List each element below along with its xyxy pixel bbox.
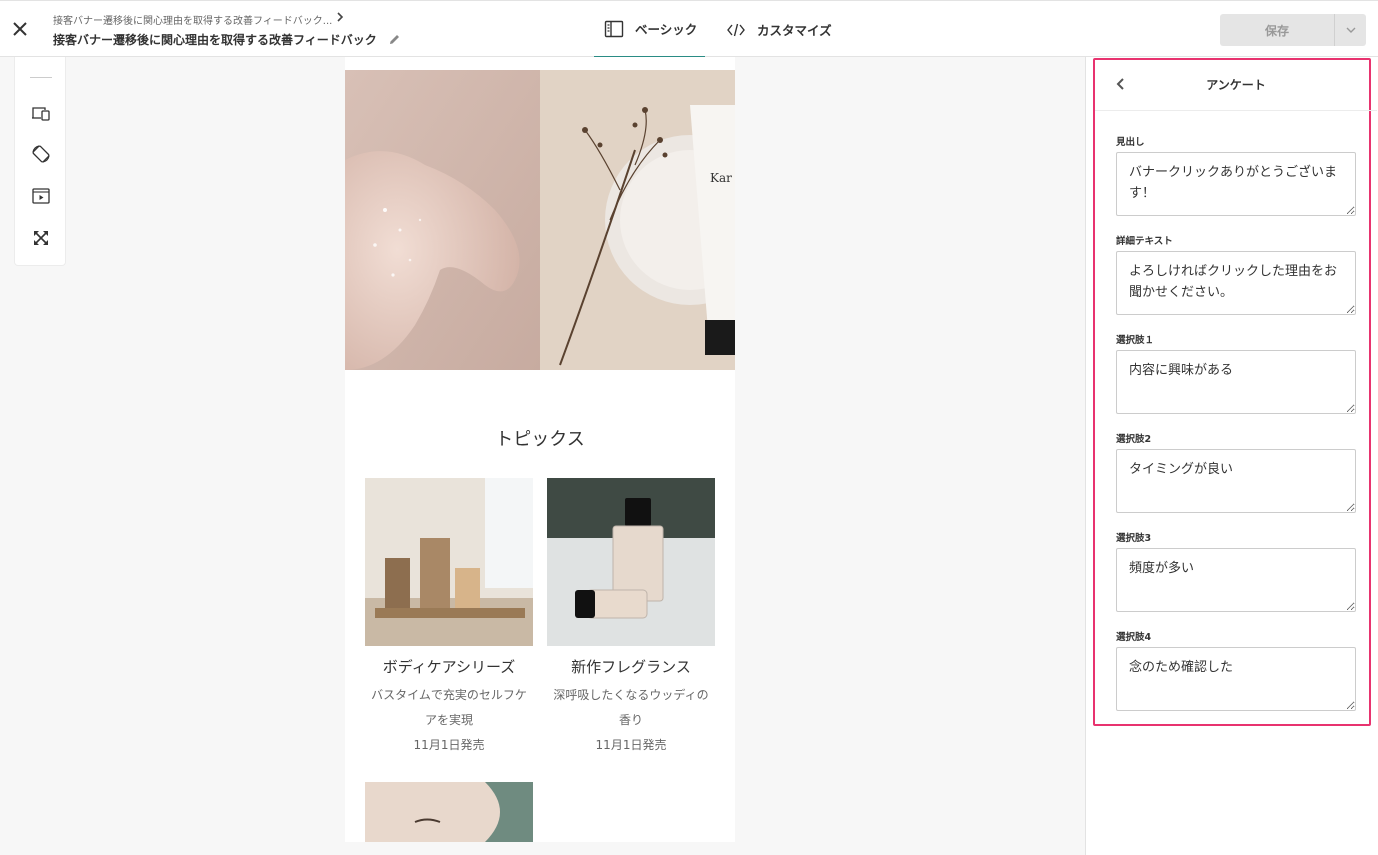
option-1-field[interactable]: 内容に興味がある xyxy=(1116,350,1356,414)
top-header: 接客バナー遷移後に関心理由を取得する改善フィードバック... 接客バナー遷移後に… xyxy=(0,0,1378,58)
field-label: 詳細テキスト xyxy=(1116,236,1173,247)
chevron-down-icon xyxy=(1346,27,1355,33)
layout-columns-icon xyxy=(604,20,624,37)
play-icon[interactable] xyxy=(31,186,51,206)
save-button-group: 保存 xyxy=(1220,14,1366,46)
option-2-field[interactable]: タイミングが良い xyxy=(1116,449,1356,513)
field-label: 選択肢１ xyxy=(1116,335,1155,346)
product-card[interactable]: 新作フレグランス 深呼吸したくなるウッディの香り 11月1日発売 xyxy=(547,478,715,758)
divider xyxy=(1095,110,1377,111)
preview-toolbar xyxy=(14,57,66,266)
field-label: 選択肢4 xyxy=(1116,632,1152,643)
tab-basic[interactable]: ベーシック xyxy=(594,1,705,58)
mobile-preview: Kar トピックス ボディケアシリーズ バスタイムで充実のセルフケアを実現 11… xyxy=(345,57,735,842)
option-4-field[interactable]: 念のため確認した xyxy=(1116,647,1356,711)
option-3-field[interactable]: 頻度が多い xyxy=(1116,548,1356,612)
field-label: 選択肢3 xyxy=(1116,533,1152,544)
fullscreen-icon[interactable] xyxy=(31,228,51,248)
topics-heading: トピックス xyxy=(495,429,585,450)
bath-products-image xyxy=(365,478,533,646)
card-date: 11月1日発売 xyxy=(413,738,485,752)
close-button[interactable] xyxy=(10,19,30,39)
tab-customize-label: カスタマイズ xyxy=(757,23,832,38)
code-icon xyxy=(727,23,745,36)
face-image xyxy=(365,782,533,842)
panel-title: アンケート xyxy=(1206,78,1266,92)
tab-customize[interactable]: カスタマイズ xyxy=(726,1,832,58)
pencil-icon[interactable] xyxy=(388,33,401,46)
save-dropdown-button[interactable] xyxy=(1335,14,1366,46)
close-icon xyxy=(13,22,27,36)
breadcrumb-parent[interactable]: 接客バナー遷移後に関心理由を取得する改善フィードバック... xyxy=(53,12,332,27)
tab-basic-label: ベーシック xyxy=(635,22,698,37)
product-card[interactable]: ボディケアシリーズ バスタイムで充実のセルフケアを実現 11月1日発売 xyxy=(365,478,533,758)
card-description: バスタイムで充実のセルフケアを実現 xyxy=(371,688,527,727)
page-title: 接客バナー遷移後に関心理由を取得する改善フィードバック xyxy=(53,33,377,47)
card-title: ボディケアシリーズ xyxy=(382,658,516,676)
field-label: 選択肢2 xyxy=(1116,434,1152,445)
detail-text-field[interactable]: よろしければクリックした理由をお聞かせください。 xyxy=(1116,251,1356,315)
card-description: 深呼吸したくなるウッディの香り xyxy=(553,688,709,727)
rotate-icon[interactable] xyxy=(31,144,51,164)
field-label: 見出し xyxy=(1116,137,1145,148)
card-date: 11月1日発売 xyxy=(595,738,667,752)
device-switch-icon[interactable] xyxy=(31,103,51,123)
save-button[interactable]: 保存 xyxy=(1220,14,1334,46)
fragrance-bottle-image xyxy=(547,478,715,646)
hand-image xyxy=(345,70,540,370)
card-title: 新作フレグランス xyxy=(571,658,691,676)
heading-field[interactable]: バナークリックありがとうございます！ xyxy=(1116,152,1356,216)
divider xyxy=(30,77,52,78)
chevron-right-icon xyxy=(337,12,344,22)
bottle-text: Kar xyxy=(710,171,732,185)
cream-tube-image: Kar xyxy=(540,70,735,370)
